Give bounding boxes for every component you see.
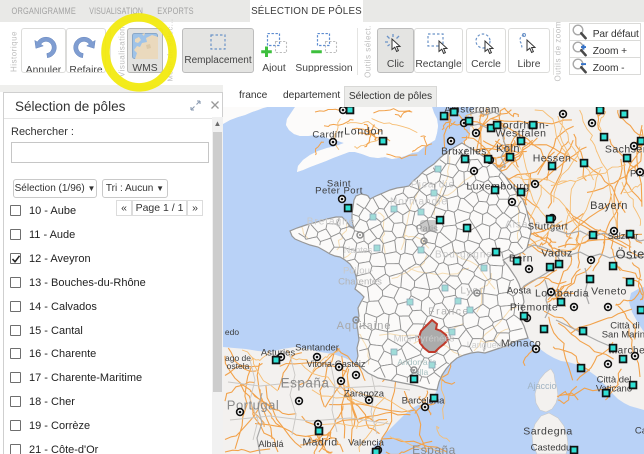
svg-text:Paris: Paris	[416, 223, 438, 234]
svg-text:Vaduz: Vaduz	[541, 248, 573, 260]
svg-text:ostela: ostela	[227, 361, 250, 371]
svg-text:Midi-Pyrénées: Midi-Pyrénées	[394, 333, 455, 344]
svg-text:Ajaccio: Ajaccio	[527, 381, 556, 391]
svg-text:Veneto: Veneto	[591, 286, 627, 298]
svg-text:Charentes: Charentes	[338, 276, 382, 287]
svg-text:Casteddu: Casteddu	[531, 442, 572, 453]
svg-text:Vaticano: Vaticano	[596, 383, 632, 394]
svg-text:London: London	[344, 126, 384, 138]
svg-text:España: España	[412, 443, 456, 454]
svg-text:Peter Port: Peter Port	[315, 185, 363, 196]
svg-text:Bourgogne: Bourgogne	[435, 250, 493, 261]
svg-text:España: España	[281, 376, 330, 391]
svg-text:Aquitaine: Aquitaine	[337, 320, 392, 332]
svg-text:Piemonte: Piemonte	[510, 302, 558, 314]
svg-text:France: France	[428, 306, 470, 318]
svg-text:Portugal: Portugal	[227, 398, 279, 413]
svg-text:Zaragoza: Zaragoza	[344, 388, 385, 399]
svg-text:edo: edo	[225, 327, 239, 337]
svg-text:Normandie: Normandie	[390, 197, 448, 208]
svg-text:Lyon: Lyon	[460, 286, 485, 297]
svg-text:Österr: Österr	[615, 247, 644, 262]
svg-text:Ca: Ca	[635, 425, 644, 436]
svg-text:Picardie: Picardie	[411, 180, 455, 191]
svg-text:San Marino: San Marino	[602, 329, 644, 340]
svg-text:Santander: Santander	[295, 342, 339, 353]
svg-text:Cardiff: Cardiff	[312, 129, 343, 140]
svg-text:Madrid: Madrid	[302, 437, 337, 449]
svg-text:Bretagne: Bretagne	[307, 217, 356, 228]
svg-text:Albalá: Albalá	[258, 439, 283, 449]
svg-text:Nantes: Nantes	[344, 245, 373, 255]
svg-text:Poitou-: Poitou-	[343, 265, 373, 276]
svg-text:Bayern: Bayern	[590, 200, 628, 212]
svg-text:Aosta: Aosta	[507, 285, 532, 296]
svg-text:Sardegna: Sardegna	[523, 426, 573, 438]
